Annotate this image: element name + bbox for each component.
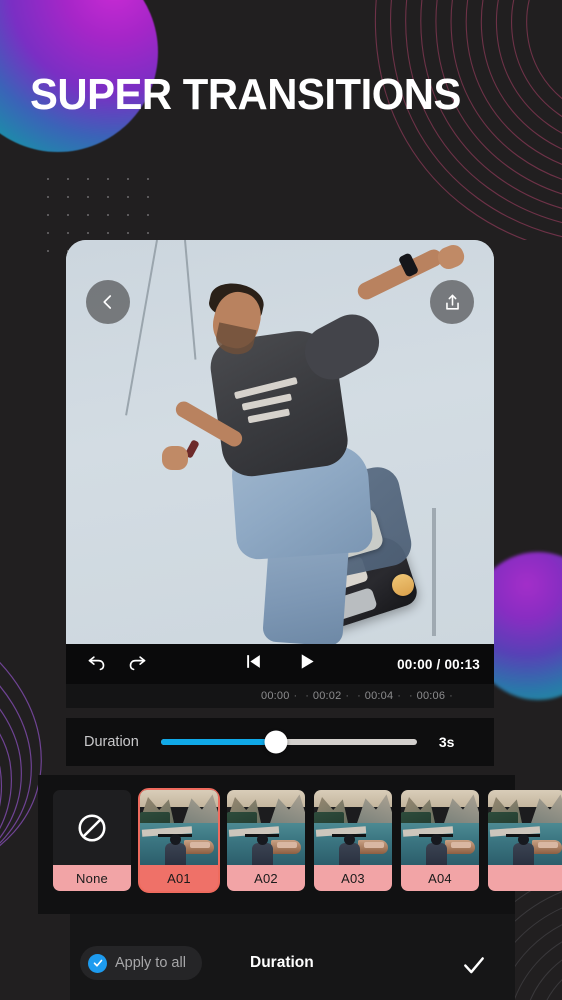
play-icon <box>301 654 314 669</box>
ruler-tick-label: 00:02 <box>312 690 342 702</box>
transition-thumbnail <box>314 790 392 865</box>
pole <box>432 508 436 636</box>
apply-to-all-toggle[interactable]: Apply to all <box>80 946 202 980</box>
transition-label: A01 <box>140 865 218 891</box>
timeline-ruler[interactable]: 00:00 · · 00:02 · · 00:04 · · 00:06 · <box>66 684 494 708</box>
transition-label: None <box>53 865 131 891</box>
duration-slider[interactable] <box>160 730 417 754</box>
transition-thumbnail <box>140 790 218 865</box>
undo-button[interactable] <box>86 651 107 677</box>
transition-item-a04[interactable]: A04 <box>401 790 479 891</box>
bottom-bar-title: Duration <box>250 954 314 971</box>
share-export-icon <box>445 294 459 310</box>
transition-item-a02[interactable]: A02 <box>227 790 305 891</box>
transition-label: A03 <box>314 865 392 891</box>
ruler-tick-dot: · <box>357 690 361 702</box>
bottom-action-bar: Apply to all Duration <box>70 914 515 1000</box>
transition-thumbnail <box>53 790 131 865</box>
redo-button[interactable] <box>127 651 148 677</box>
transition-label: A04 <box>401 865 479 891</box>
ruler-tick-dot: · <box>293 690 298 702</box>
no-entry-icon <box>78 813 106 842</box>
ruler-tick-dot: · <box>345 690 350 702</box>
ruler-tick-dot: · <box>397 690 401 702</box>
share-button[interactable] <box>430 280 474 324</box>
apply-to-all-label: Apply to all <box>115 955 186 971</box>
ruler-tick-label: 00:04 <box>364 690 394 702</box>
transition-thumbnail <box>227 790 305 865</box>
play-button[interactable] <box>297 652 316 676</box>
ruler-tick-label: 00:06 <box>416 690 446 702</box>
back-button[interactable] <box>86 280 130 324</box>
ruler-tick-dot: · <box>449 690 453 702</box>
slider-thumb[interactable] <box>264 730 288 754</box>
skip-to-start-icon <box>247 655 260 668</box>
transitions-strip[interactable]: None A01 A02 A03 A04 <box>53 788 562 893</box>
redo-icon <box>129 656 146 671</box>
duration-value: 3s <box>438 734 455 750</box>
ruler-tick-label: 00:00 <box>261 690 290 702</box>
time-display: 00:00 / 00:13 <box>397 656 480 672</box>
video-preview[interactable] <box>66 240 494 644</box>
slider-fill <box>160 739 276 745</box>
checkmark-icon <box>93 959 102 967</box>
apply-to-all-checkbox[interactable] <box>88 953 107 973</box>
transition-item-a01[interactable]: A01 <box>138 788 220 893</box>
transition-thumbnail <box>401 790 479 865</box>
skip-to-start-button[interactable] <box>244 652 263 676</box>
transition-item-none[interactable]: None <box>53 790 131 891</box>
confirm-button[interactable] <box>461 952 487 983</box>
transition-item-a03[interactable]: A03 <box>314 790 392 891</box>
duration-label: Duration <box>84 734 139 750</box>
page-title: SUPER TRANSITIONS <box>30 70 461 119</box>
chevron-left-icon <box>103 295 112 309</box>
transition-label: A02 <box>227 865 305 891</box>
checkmark-icon <box>464 957 484 974</box>
duration-slider-row: Duration 3s <box>66 718 494 766</box>
ruler-tick-dot: · <box>305 690 309 702</box>
transition-thumbnail <box>488 790 562 865</box>
transitions-panel: None A01 A02 A03 A04 <box>38 775 562 914</box>
ruler-tick-dot: · <box>408 690 413 702</box>
undo-icon <box>88 656 105 671</box>
transition-item-next-partial[interactable] <box>488 790 562 891</box>
app-screen: 00:00 / 00:13 00:00 · · 00:02 · · 00:04 … <box>0 0 562 1000</box>
transition-label <box>488 865 562 891</box>
player-control-bar: 00:00 / 00:13 <box>66 644 494 684</box>
